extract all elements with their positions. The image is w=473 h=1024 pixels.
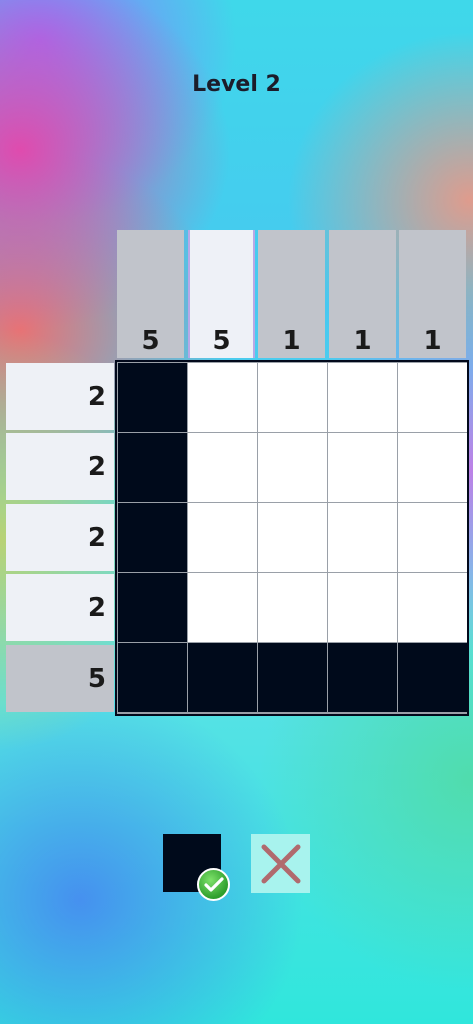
column-clue-number: 1 [353,326,372,356]
grid-cell-r3c2[interactable] [187,502,257,572]
column-clue-number: 5 [141,326,160,356]
row-clue-4: 2 [6,574,114,641]
grid-cell-r5c1[interactable] [117,643,187,713]
grid-cell-r4c1[interactable] [117,573,187,643]
grid-cell-r2c5[interactable] [398,432,468,502]
grid-cell-r3c4[interactable] [328,502,398,572]
grid-cell-r4c4[interactable] [328,573,398,643]
grid-cell-r5c4[interactable] [328,643,398,713]
grid-cell-r2c2[interactable] [187,432,257,502]
row-clue-2: 2 [6,433,114,500]
row-clue-number: 2 [87,592,106,623]
grid-cell-r3c1[interactable] [117,502,187,572]
cross-tool-button[interactable] [251,834,310,893]
grid-cell-r5c2[interactable] [187,643,257,713]
grid-cell-r1c2[interactable] [187,362,257,432]
column-clue-1: 5 [117,230,184,358]
row-clue-1: 2 [6,363,114,430]
row-clue-3: 2 [6,504,114,571]
grid-cell-r2c4[interactable] [328,432,398,502]
column-clue-number: 1 [423,326,442,356]
grid-cell-r5c3[interactable] [257,643,327,713]
grid-cell-r2c3[interactable] [257,432,327,502]
column-clue-number: 1 [282,326,301,356]
column-clue-number: 5 [212,326,231,356]
column-clue-3: 1 [258,230,325,358]
grid-cell-r1c3[interactable] [257,362,327,432]
row-clue-number: 2 [87,522,106,553]
grid-cell-r4c5[interactable] [398,573,468,643]
grid-cell-r4c2[interactable] [187,573,257,643]
grid-cell-r1c5[interactable] [398,362,468,432]
grid-cell-r3c3[interactable] [257,502,327,572]
check-icon [197,868,230,901]
column-clue-4: 1 [329,230,396,358]
row-clue-number: 2 [87,381,106,412]
column-clue-5: 1 [399,230,466,358]
row-clue-number: 2 [87,451,106,482]
row-clue-number: 5 [87,663,106,694]
grid-cell-r5c5[interactable] [398,643,468,713]
puzzle-grid [115,360,469,716]
grid-cell-r1c1[interactable] [117,362,187,432]
grid-cell-r3c5[interactable] [398,502,468,572]
row-clue-5: 5 [6,645,114,712]
column-clue-2: 5 [188,230,255,358]
grid-cell-r4c3[interactable] [257,573,327,643]
grid-cell-r1c4[interactable] [328,362,398,432]
level-title: Level 2 [192,72,281,97]
grid-cell-r2c1[interactable] [117,432,187,502]
cross-icon [261,844,300,883]
